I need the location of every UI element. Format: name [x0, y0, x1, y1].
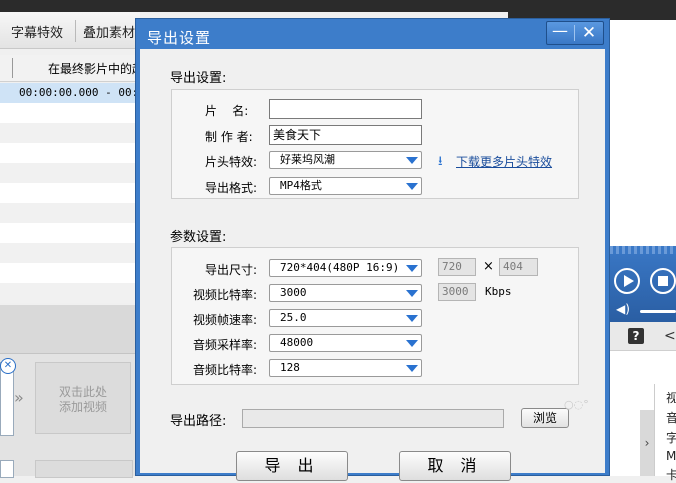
add-video-line1: 双击此处 [58, 385, 107, 399]
dropdown-arrow-icon [406, 315, 418, 322]
export-button[interactable]: 导 出 [236, 451, 348, 481]
player-progress-track[interactable] [610, 246, 676, 254]
side-label-audio: 音 [666, 411, 676, 425]
audio-bitrate-select[interactable]: 128 [269, 359, 422, 377]
name-input[interactable] [269, 99, 422, 119]
width-field: 720 [438, 258, 476, 276]
add-video-placeholder[interactable]: 双击此处 添加视频 [35, 362, 131, 434]
dropdown-arrow-icon [406, 157, 418, 164]
volume-icon[interactable]: ◀) [616, 302, 630, 316]
framerate-value: 25.0 [280, 311, 307, 324]
tab-subtitle-effects[interactable]: 字幕特效 [11, 22, 63, 41]
framerate-select[interactable]: 25.0 [269, 309, 422, 327]
browse-button[interactable]: 浏览 [521, 408, 569, 428]
dialog-title: 导出设置 [147, 29, 212, 47]
volume-slider[interactable] [640, 310, 676, 313]
video-bitrate-label: 视频比特率: [193, 288, 258, 302]
sample-rate-select[interactable]: 48000 [269, 334, 422, 352]
size-value: 720*404(480P 16:9) [280, 261, 400, 274]
format-select[interactable]: MP4格式 [269, 177, 422, 195]
window-controls: — ✕ [546, 21, 604, 45]
close-button[interactable]: ✕ [575, 22, 603, 44]
audio-bitrate-value: 128 [280, 361, 300, 374]
dropdown-arrow-icon [406, 265, 418, 272]
subtitle-list-header: 在最终影片中的起 [0, 55, 144, 82]
help-icon[interactable]: ? [628, 328, 644, 344]
format-value: MP4格式 [280, 179, 322, 192]
dropdown-arrow-icon [406, 340, 418, 347]
size-label: 导出尺寸: [205, 263, 258, 277]
author-label: 制 作 者: [205, 130, 253, 144]
framerate-label: 视频帧速率: [193, 313, 258, 327]
add-audio-placeholder[interactable] [35, 460, 133, 478]
dropdown-arrow-icon [406, 365, 418, 372]
minimize-button[interactable]: — [547, 22, 573, 44]
download-more-effects-link[interactable]: 下载更多片头特效 [456, 153, 552, 170]
intro-effect-select[interactable]: 好莱坞风潮 [269, 151, 422, 169]
play-button[interactable] [614, 268, 640, 294]
side-label-video: 视 [666, 391, 676, 405]
dropdown-arrow-icon [406, 290, 418, 297]
video-bitrate-value: 3000 [280, 286, 307, 299]
decorative-circles: ○◌° [564, 398, 589, 411]
row-time-range: 00:00:00.000 - 00:00 [19, 86, 152, 99]
double-chevron-right-icon: » [14, 388, 24, 407]
height-field: 404 [499, 258, 538, 276]
audio-bitrate-label: 音频比特率: [193, 363, 258, 377]
column-separator [12, 58, 13, 78]
format-label: 导出格式: [205, 181, 258, 195]
dialog-body: 导出设置: 片 名: 制 作 者: 美食天下 片头特效: 好莱坞风潮 ⭳ 下载更… [140, 49, 605, 481]
size-select[interactable]: 720*404(480P 16:9) [269, 259, 422, 277]
effects-tab-bar: 字幕特效 叠加素材 [0, 12, 140, 49]
tab-separator [75, 20, 76, 42]
column-header-time[interactable]: 在最终影片中的起 [48, 60, 144, 77]
author-input[interactable]: 美食天下 [269, 125, 422, 145]
cancel-button[interactable]: 取 消 [399, 451, 511, 481]
export-settings-dialog: 导出设置 — ✕ 导出设置: 片 名: 制 作 者: 美食天下 片头特效: 好莱… [135, 18, 610, 481]
close-icon[interactable]: ✕ [0, 358, 16, 374]
tab-overlay-material[interactable]: 叠加素材 [83, 22, 135, 41]
export-settings-group: 片 名: 制 作 者: 美食天下 片头特效: 好莱坞风潮 ⭳ 下载更多片头特效 … [171, 89, 579, 199]
times-sign: × [483, 259, 494, 274]
app-title-bar [0, 0, 676, 12]
export-path-label: 导出路径: [170, 414, 227, 429]
download-icon[interactable]: ⭳ [438, 152, 443, 174]
video-bitrate-display: 3000 [438, 283, 476, 301]
intro-effect-value: 好莱坞风潮 [280, 153, 335, 166]
stop-button[interactable] [650, 268, 676, 294]
side-label-m: M [666, 449, 676, 463]
dropdown-arrow-icon [406, 183, 418, 190]
export-path-field[interactable] [242, 409, 504, 428]
share-icon[interactable]: < [664, 328, 676, 344]
intro-effect-label: 片头特效: [205, 155, 258, 169]
video-bitrate-select[interactable]: 3000 [269, 284, 422, 302]
kbps-unit: Kbps [485, 285, 512, 298]
params-heading: 参数设置: [170, 230, 227, 245]
sample-rate-label: 音频采样率: [193, 338, 258, 352]
side-label-card: 卡 [666, 468, 676, 482]
side-label-subtitle: 字 [666, 431, 676, 445]
name-label: 片 名: [205, 104, 249, 118]
audio-clip-thumbnail[interactable] [0, 460, 14, 478]
sample-rate-value: 48000 [280, 336, 314, 349]
export-settings-heading: 导出设置: [170, 71, 227, 86]
timeline-toolbar [0, 305, 140, 354]
subtitle-list-rows[interactable] [0, 103, 140, 303]
chevron-right-icon[interactable]: › [640, 410, 654, 476]
table-row-selected[interactable]: 00:00:00.000 - 00:00 [0, 83, 151, 103]
params-group: 导出尺寸: 720*404(480P 16:9) 720 × 404 视频比特率… [171, 247, 579, 385]
add-video-line2: 添加视频 [58, 400, 107, 414]
